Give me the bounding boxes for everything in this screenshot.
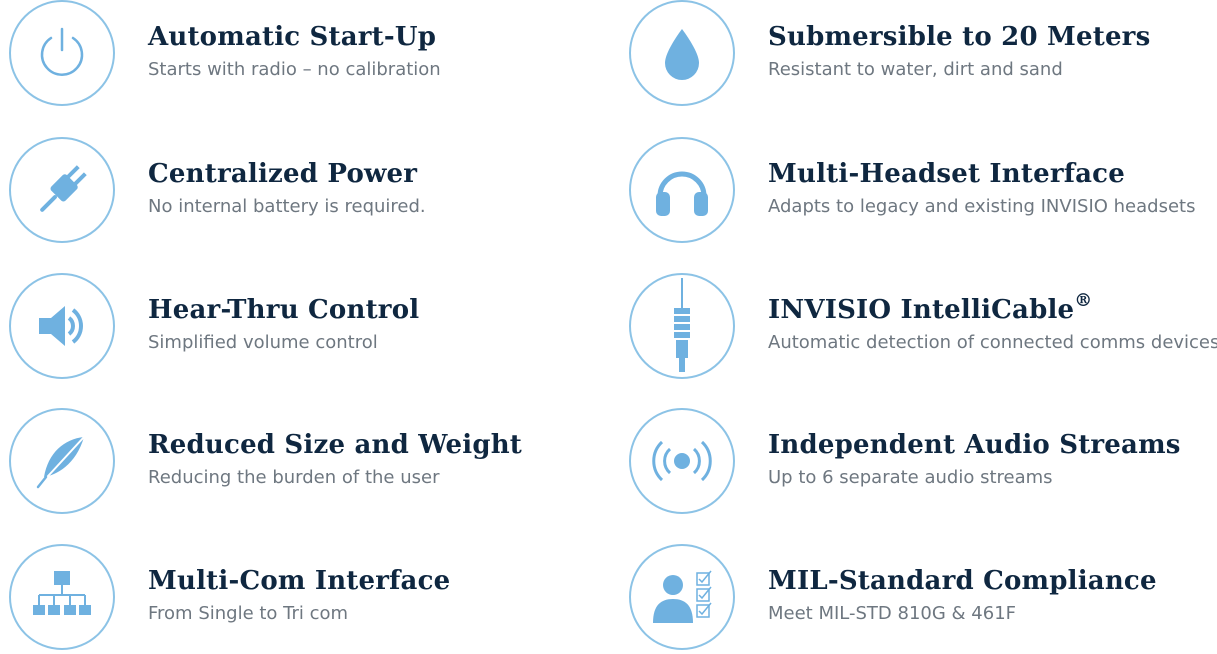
- feature-icon-circle: [9, 408, 115, 514]
- cable-icon: [674, 278, 690, 372]
- feature-independent-audio-streams: Independent Audio Streams Up to 6 separa…: [629, 408, 1217, 518]
- feature-title: INVISIO IntelliCable®: [768, 290, 1217, 327]
- feature-icon-circle: [9, 137, 115, 243]
- feature-title-text: INVISIO IntelliCable: [768, 295, 1075, 325]
- feature-mil-standard-compliance: MIL-Standard Compliance Meet MIL-STD 810…: [629, 544, 1217, 654]
- water-drop-icon: [665, 29, 699, 80]
- feature-description: Simplified volume control: [148, 332, 378, 353]
- feature-description: From Single to Tri com: [148, 603, 349, 624]
- feature-icon-circle: [629, 273, 735, 379]
- feature-description: Reducing the burden of the user: [148, 467, 440, 488]
- feature-reduced-size-weight: Reduced Size and Weight Reducing the bur…: [9, 408, 609, 518]
- feature-title: Multi-Headset Interface: [768, 159, 1125, 189]
- feather-icon: [36, 436, 85, 489]
- feature-centralized-power: Centralized Power No internal battery is…: [9, 137, 609, 247]
- feature-title: Hear-Thru Control: [148, 295, 420, 325]
- feature-title: Independent Audio Streams: [768, 430, 1181, 460]
- feature-description: Adapts to legacy and existing INVISIO he…: [768, 196, 1196, 217]
- feature-description: Automatic detection of connected comms d…: [768, 332, 1217, 353]
- feature-multi-com-interface: Multi-Com Interface From Single to Tri c…: [9, 544, 609, 654]
- headset-icon: [656, 171, 708, 216]
- feature-multi-headset-interface: Multi-Headset Interface Adapts to legacy…: [629, 137, 1217, 247]
- network-icon: [33, 571, 91, 615]
- feature-title: Centralized Power: [148, 159, 418, 189]
- feature-title: Multi-Com Interface: [148, 566, 451, 596]
- plug-icon: [40, 165, 87, 212]
- feature-icon-circle: [629, 408, 735, 514]
- feature-icon-circle: [9, 0, 115, 106]
- registered-mark: ®: [1074, 290, 1093, 311]
- feature-icon-circle: [629, 544, 735, 650]
- feature-automatic-start-up: Automatic Start-Up Starts with radio – n…: [9, 0, 609, 110]
- feature-description: Up to 6 separate audio streams: [768, 467, 1053, 488]
- feature-hear-thru-control: Hear-Thru Control Simplified volume cont…: [9, 273, 609, 383]
- feature-title: MIL-Standard Compliance: [768, 566, 1157, 596]
- checklist-user-icon: [653, 570, 712, 623]
- feature-title: Reduced Size and Weight: [148, 430, 523, 460]
- feature-description: Meet MIL-STD 810G & 461F: [768, 603, 1017, 624]
- feature-title: Submersible to 20 Meters: [768, 22, 1151, 52]
- feature-icon-circle: [629, 0, 735, 106]
- feature-description: No internal battery is required.: [148, 196, 426, 217]
- feature-intellicable: INVISIO IntelliCable® Automatic detectio…: [629, 273, 1217, 383]
- feature-icon-circle: [629, 137, 735, 243]
- power-icon: [40, 27, 84, 76]
- feature-title: Automatic Start-Up: [148, 22, 437, 52]
- feature-icon-circle: [9, 544, 115, 650]
- feature-description: Resistant to water, dirt and sand: [768, 59, 1063, 80]
- feature-description: Starts with radio – no calibration: [148, 59, 441, 80]
- feature-submersible: Submersible to 20 Meters Resistant to wa…: [629, 0, 1217, 110]
- speaker-icon: [39, 306, 83, 346]
- feature-icon-circle: [9, 273, 115, 379]
- broadcast-icon: [652, 440, 712, 482]
